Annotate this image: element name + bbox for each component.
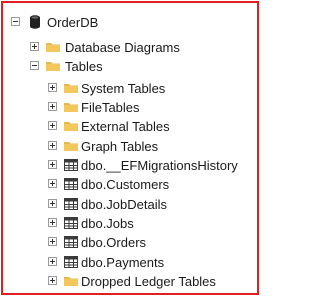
tree-node-table-jobdetails[interactable]: dbo.JobDetails <box>3 195 257 215</box>
tree-node-table-orders[interactable]: dbo.Orders <box>3 233 257 253</box>
tree-node-label: dbo.Orders <box>81 235 147 250</box>
table-icon <box>63 234 79 250</box>
expand-toggle[interactable] <box>48 199 57 208</box>
tree-node-label: OrderDB <box>47 15 99 30</box>
object-explorer-tree: OrderDB Database Diagrams Tables System … <box>3 3 257 293</box>
folder-icon <box>63 99 79 115</box>
tree-node-tables[interactable]: Tables <box>3 57 257 77</box>
tree-node-external-tables[interactable]: External Tables <box>3 117 257 137</box>
database-icon <box>27 14 43 30</box>
collapse-toggle[interactable] <box>11 17 20 26</box>
expand-toggle[interactable] <box>48 121 57 130</box>
object-explorer-panel: OrderDB Database Diagrams Tables System … <box>1 1 259 295</box>
expand-toggle[interactable] <box>48 141 57 150</box>
tree-node-label: Tables <box>65 59 103 74</box>
folder-icon <box>63 138 79 154</box>
expand-toggle[interactable] <box>48 102 57 111</box>
table-icon <box>63 176 79 192</box>
expand-toggle[interactable] <box>48 160 57 169</box>
folder-icon <box>63 80 79 96</box>
table-icon <box>63 196 79 212</box>
tree-node-dropped-ledger-tables[interactable]: Dropped Ledger Tables <box>3 272 257 292</box>
tree-node-label: dbo.Payments <box>81 255 165 270</box>
tree-node-label: dbo.JobDetails <box>81 197 167 212</box>
folder-icon <box>63 118 79 134</box>
folder-icon <box>45 39 61 55</box>
tree-node-table-jobs[interactable]: dbo.Jobs <box>3 214 257 234</box>
tree-node-table-customers[interactable]: dbo.Customers <box>3 175 257 195</box>
tree-node-label: Database Diagrams <box>65 40 180 55</box>
tree-node-database-diagrams[interactable]: Database Diagrams <box>3 38 257 58</box>
tree-node-table-efmigrationshistory[interactable]: dbo.__EFMigrationsHistory <box>3 156 257 176</box>
expand-toggle[interactable] <box>48 237 57 246</box>
table-icon <box>63 215 79 231</box>
tree-node-label: dbo.Jobs <box>81 216 134 231</box>
tree-node-label: External Tables <box>81 119 170 134</box>
folder-icon <box>45 58 61 74</box>
collapse-toggle[interactable] <box>30 61 39 70</box>
tree-node-graph-tables[interactable]: Graph Tables <box>3 137 257 157</box>
expand-toggle[interactable] <box>48 276 57 285</box>
expand-toggle[interactable] <box>48 179 57 188</box>
tree-node-label: Graph Tables <box>81 139 159 154</box>
tree-node-orderdb[interactable]: OrderDB <box>3 13 257 33</box>
table-icon <box>63 157 79 173</box>
tree-node-label: dbo.__EFMigrationsHistory <box>81 158 238 173</box>
tree-node-label: FileTables <box>81 100 140 115</box>
tree-node-label: dbo.Customers <box>81 177 170 192</box>
folder-icon <box>63 273 79 289</box>
expand-toggle[interactable] <box>48 83 57 92</box>
expand-toggle[interactable] <box>48 218 57 227</box>
expand-toggle[interactable] <box>48 257 57 266</box>
tree-node-label: System Tables <box>81 81 166 96</box>
tree-node-table-payments[interactable]: dbo.Payments <box>3 253 257 273</box>
expand-toggle[interactable] <box>30 42 39 51</box>
tree-node-label: Dropped Ledger Tables <box>81 274 216 289</box>
tree-node-system-tables[interactable]: System Tables <box>3 79 257 99</box>
tree-node-filetables[interactable]: FileTables <box>3 98 257 118</box>
table-icon <box>63 254 79 270</box>
